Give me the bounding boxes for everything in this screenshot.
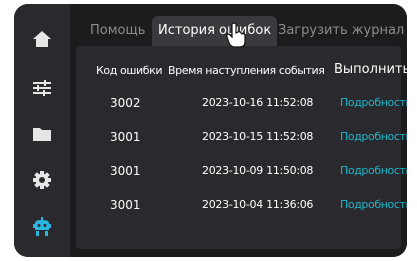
details-link[interactable]: Подробности [340, 164, 407, 177]
table-row: 3002 2023-10-16 11:52:08 Подробности [76, 86, 407, 120]
error-code: 3001 [110, 164, 141, 178]
details-link[interactable]: Подробности [340, 96, 407, 109]
error-code: 3001 [110, 198, 141, 212]
error-code: 3001 [110, 130, 141, 144]
gear-icon [33, 171, 51, 189]
header-action: Выполнить [334, 62, 407, 77]
event-time: 2023-10-16 11:52:08 [202, 96, 314, 109]
home-icon [33, 31, 51, 47]
error-code: 3002 [110, 96, 141, 110]
tab-error-history[interactable]: История ошибок [152, 16, 278, 46]
table-row: 3001 2023-10-09 11:50:08 Подробности [76, 154, 407, 188]
header-error-code: Код ошибки [96, 64, 163, 77]
table-header: Код ошибки Время наступления события Вып… [76, 50, 407, 90]
event-time: 2023-10-09 11:50:08 [202, 164, 314, 177]
table-row: 3001 2023-10-04 11:36:06 Подробности [76, 188, 407, 222]
hand-cursor-icon [226, 22, 246, 48]
details-link[interactable]: Подробности [340, 198, 407, 211]
tab-upload-log[interactable]: Загрузить журнал [278, 16, 404, 46]
sidebar [14, 4, 70, 257]
header-event-time: Время наступления события [168, 64, 325, 77]
error-table: Код ошибки Время наступления события Вып… [76, 46, 407, 249]
event-time: 2023-10-04 11:36:06 [202, 198, 314, 211]
table-row: 3001 2023-10-15 11:52:08 Подробности [76, 120, 407, 154]
sidebar-item-files[interactable] [14, 112, 70, 156]
event-time: 2023-10-15 11:52:08 [202, 130, 314, 143]
sidebar-item-settings[interactable] [14, 158, 70, 202]
sliders-icon [33, 80, 51, 96]
details-link[interactable]: Подробности [340, 130, 407, 143]
tab-help[interactable]: Помощь [90, 16, 145, 46]
device-screen: Помощь История ошибок Загрузить журнал К… [14, 4, 407, 257]
robot-icon [33, 217, 51, 236]
sidebar-item-home[interactable] [14, 17, 70, 61]
folder-icon [33, 128, 51, 141]
sidebar-item-settings-sliders[interactable] [14, 66, 70, 110]
sidebar-item-robot[interactable] [14, 205, 70, 249]
